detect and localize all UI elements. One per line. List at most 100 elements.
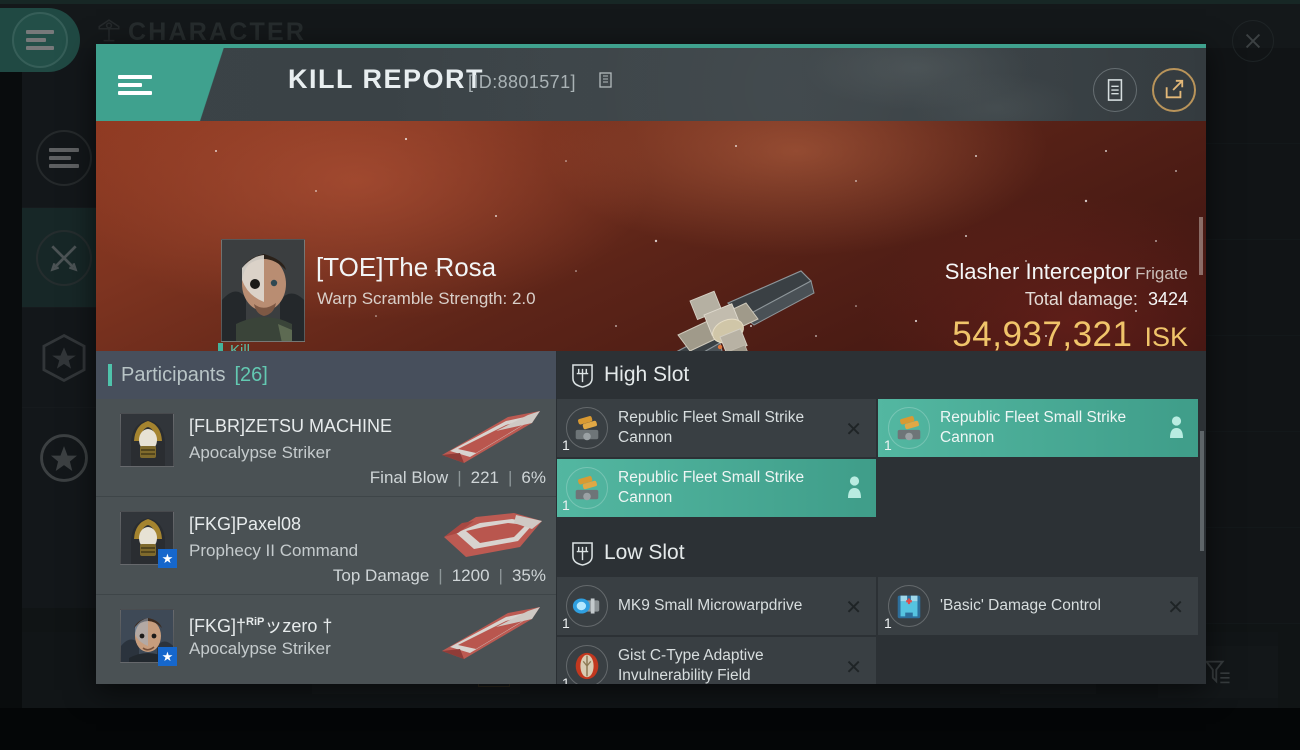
module-quantity: 1 xyxy=(884,615,892,631)
close-x-icon[interactable]: ✕ xyxy=(1167,595,1184,620)
module-name: Gist C-Type Adaptive Invulnerability Fie… xyxy=(618,646,764,684)
module-quantity: 1 xyxy=(562,497,570,513)
participant-percent: 6% xyxy=(521,468,546,487)
divider: | xyxy=(438,566,443,585)
section-header-high-slot: High Slot xyxy=(556,351,1206,399)
module-item[interactable]: 1 Gist C-Type Adaptive Invulnerability F… xyxy=(556,637,876,684)
person-icon xyxy=(848,476,861,498)
divider: | xyxy=(457,468,462,487)
close-x-icon[interactable]: ✕ xyxy=(845,595,862,620)
participant-name-prefix: [FKG]† xyxy=(189,616,247,636)
slot-shield-icon xyxy=(572,541,593,566)
hooded-avatar-icon xyxy=(121,414,173,466)
module-name: Republic Fleet Small Strike Cannon xyxy=(940,408,1127,446)
participant-badge: ★ xyxy=(158,647,177,666)
divider: | xyxy=(508,468,513,487)
status-badge: Kill xyxy=(218,342,250,351)
close-x-icon[interactable]: ✕ xyxy=(845,417,862,442)
module-quantity: 1 xyxy=(562,437,570,453)
fitting-scrollbar[interactable] xyxy=(1200,431,1204,551)
module-item[interactable]: 1 Republic Fleet Small Strike Cannon ✕ xyxy=(556,399,876,457)
participant-name: [FKG]†RiPッzero † xyxy=(189,612,332,638)
participant-ship: Prophecy II Command xyxy=(189,541,359,560)
participant-stats: Final Blow | 221 | 6% xyxy=(370,468,546,488)
participant-percent: 35% xyxy=(511,566,546,585)
avatar xyxy=(120,413,174,467)
total-damage-label: Total damage: xyxy=(1024,289,1138,309)
victim-portrait-image xyxy=(222,240,304,341)
section-header-low-slot: Low Slot xyxy=(556,529,1206,577)
victim-ship: Slasher Interceptor Frigate xyxy=(945,259,1188,285)
table-row[interactable]: ★ [FKG]Paxel08 Prophecy II Command Top D… xyxy=(96,497,556,595)
participant-stat-label: Final Blow xyxy=(369,468,449,487)
victim-banner: [TOE]The Rosa Warp Scramble Strength: 2.… xyxy=(96,121,1206,351)
module-item[interactable]: 1 MK9 Small Microwarpdrive ✕ xyxy=(556,577,876,635)
victim-subtitle: Warp Scramble Strength: 2.0 xyxy=(317,289,536,308)
microwarpdrive-icon xyxy=(566,585,608,627)
person-icon xyxy=(1170,416,1183,438)
participants-count: [26] xyxy=(234,363,268,386)
autocannon-icon xyxy=(566,407,608,449)
participant-stat-label: Top Damage xyxy=(332,566,430,585)
dialog-menu-button[interactable] xyxy=(96,48,248,121)
participant-ship-image xyxy=(442,411,540,463)
notes-button[interactable] xyxy=(1093,68,1137,112)
victim-ship-class: Frigate xyxy=(1135,264,1188,283)
dialog-body: Participants [26] [FLBR]ZETSU MACHINE Ap… xyxy=(96,351,1206,684)
participant-ship-image xyxy=(444,513,542,557)
clipboard-icon xyxy=(1107,79,1123,101)
participant-damage: 1200 xyxy=(451,566,490,585)
kill-report-dialog: KILL REPORT [ID:8801571] [TOE]The Rosa W… xyxy=(96,44,1206,684)
panel-divider xyxy=(556,351,557,684)
fitting-panel: High Slot 1 Republic Fleet Small Strike … xyxy=(556,351,1206,684)
isk-value-row: 54,937,321 ISK xyxy=(952,315,1188,351)
module-item[interactable]: 1 Republic Fleet Small Strike Cannon xyxy=(556,459,876,517)
isk-unit: ISK xyxy=(1144,322,1188,351)
divider: | xyxy=(498,566,503,585)
module-quantity: 1 xyxy=(562,675,570,684)
victim-ship-render xyxy=(676,270,815,351)
participants-header: Participants [26] xyxy=(96,351,556,399)
damage-control-icon xyxy=(888,585,930,627)
module-name: 'Basic' Damage Control xyxy=(940,596,1101,614)
status-bar xyxy=(218,342,223,351)
total-damage: Total damage: 3424 xyxy=(1025,289,1188,310)
participants-panel: Participants [26] [FLBR]ZETSU MACHINE Ap… xyxy=(96,351,556,684)
low-slot-modules: 1 MK9 Small Microwarpdrive ✕ 1 'Basic' D… xyxy=(556,577,1206,684)
module-name: Republic Fleet Small Strike Cannon xyxy=(618,408,805,446)
participant-ship-image xyxy=(442,607,540,659)
participant-ship: Apocalypse Striker xyxy=(189,443,331,462)
isk-amount: 54,937,321 xyxy=(952,315,1133,351)
participant-damage: 221 xyxy=(470,468,499,487)
dialog-header-backdrop xyxy=(96,48,1206,121)
participant-badge: ★ xyxy=(158,549,177,568)
table-row[interactable]: ★ [FKG]†RiPッzero † Apocalypse Striker xyxy=(96,595,556,684)
participant-name: [FLBR]ZETSU MACHINE xyxy=(189,416,393,436)
autocannon-icon xyxy=(566,467,608,509)
table-row[interactable]: [FLBR]ZETSU MACHINE Apocalypse Striker F… xyxy=(96,399,556,497)
participant-stats: Top Damage | 1200 | 35% xyxy=(333,566,546,586)
kill-id-label: [ID:8801571] xyxy=(468,72,576,92)
victim-scrollbar[interactable] xyxy=(1199,217,1203,275)
screen: CHARACTER xyxy=(0,0,1300,750)
victim-ship-name: Slasher Interceptor xyxy=(944,259,1131,284)
module-quantity: 1 xyxy=(562,615,570,631)
participant-name-suffix: ッzero † xyxy=(264,616,333,636)
copy-icon[interactable] xyxy=(599,72,615,90)
close-x-icon[interactable]: ✕ xyxy=(845,655,862,680)
section-label: Low Slot xyxy=(604,541,685,564)
share-button[interactable] xyxy=(1152,68,1196,112)
participant-name-sup: RiP xyxy=(246,616,265,628)
participants-label: Participants xyxy=(121,363,226,386)
participant-name: [FKG]Paxel08 xyxy=(189,514,302,534)
module-name: Republic Fleet Small Strike Cannon xyxy=(618,468,805,506)
module-name: MK9 Small Microwarpdrive xyxy=(618,596,803,614)
module-item[interactable]: 1 'Basic' Damage Control ✕ xyxy=(878,577,1198,635)
victim-avatar xyxy=(221,239,305,342)
autocannon-icon xyxy=(888,407,930,449)
module-quantity: 1 xyxy=(884,437,892,453)
module-item[interactable]: 1 Republic Fleet Small Strike Cannon xyxy=(878,399,1198,457)
slot-shield-icon xyxy=(572,363,593,388)
invuln-field-icon xyxy=(566,645,608,684)
section-label: High Slot xyxy=(604,363,690,386)
